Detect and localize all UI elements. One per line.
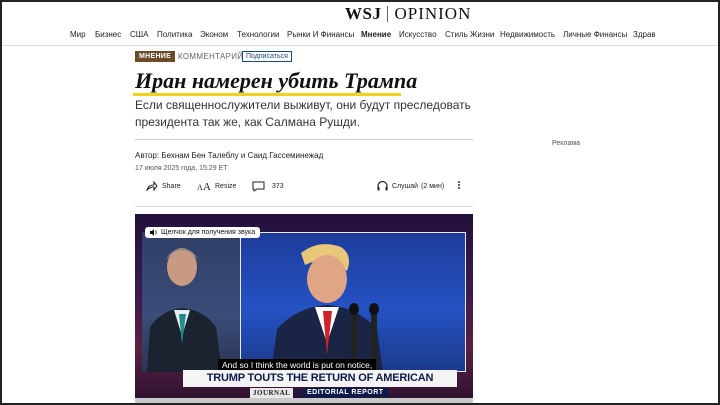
main-nav: Мир Бизнес США Политика Эконом Технологи… <box>0 30 720 44</box>
commentary-label: КОММЕНТАРИЙ <box>178 52 244 61</box>
nav-item-world[interactable]: Мир <box>70 30 86 39</box>
nav-divider <box>0 45 720 46</box>
nav-item-business[interactable]: Бизнес <box>95 30 121 39</box>
logo-brand: WSJ <box>345 4 382 23</box>
unmute-button[interactable]: Щелчок для получения звука <box>145 227 261 238</box>
listen-button[interactable]: Слушай (2 мин) <box>377 181 444 191</box>
comments-button[interactable]: 373 <box>252 181 284 192</box>
nav-item-personal-finance[interactable]: Личные Финансы <box>563 30 627 39</box>
unmute-label: Щелчок для получения звука <box>161 229 256 236</box>
video-lower-strip <box>135 398 473 405</box>
nav-item-politics[interactable]: Политика <box>157 30 192 39</box>
speaker-icon <box>150 229 157 236</box>
text-resize-icon: A A <box>197 181 211 191</box>
comments-count: 373 <box>272 183 284 190</box>
more-vertical-icon[interactable] <box>456 180 462 192</box>
speaker-figure <box>271 244 383 373</box>
headline-highlight <box>133 93 401 96</box>
video-left-panel <box>142 232 242 372</box>
headphones-icon <box>377 181 388 191</box>
wsj-opinion-logo[interactable]: WSJ OPINION <box>345 4 472 23</box>
share-button[interactable]: Share <box>146 181 181 191</box>
commentator-figure <box>147 248 222 372</box>
show-editorial-label: EDITORIAL REPORT <box>303 388 388 397</box>
article-dek: Если священнослужители выживут, они буду… <box>135 98 471 129</box>
nav-item-markets[interactable]: Рынки И Финансы <box>287 30 354 39</box>
logo-divider <box>387 6 389 22</box>
video-player[interactable]: Щелчок для получения звука And so I thin… <box>135 214 473 405</box>
nav-item-lifestyle[interactable]: Стиль Жизни <box>445 30 494 39</box>
share-label: Share <box>162 182 181 190</box>
comment-bubble-icon <box>252 181 265 192</box>
svg-text:A: A <box>203 181 211 191</box>
video-right-panel <box>240 232 466 373</box>
article-date: 17 июля 2025 года, 15:29 ET <box>135 165 228 172</box>
subscribe-button[interactable]: Подписаться <box>242 51 292 62</box>
nav-item-tech[interactable]: Технологии <box>237 30 279 39</box>
listen-label: Слушай <box>392 182 419 190</box>
logo-section: OPINION <box>394 4 472 23</box>
nav-item-health[interactable]: Здрав <box>633 30 656 39</box>
article-byline[interactable]: Автор: Бехнам Бен Талеблу и Саид Гассеми… <box>135 151 323 160</box>
nav-item-opinion[interactable]: Мнение <box>361 30 391 39</box>
listen-duration: (2 мин) <box>421 182 445 190</box>
article-headline: Иран намерен убить Трампа <box>135 68 418 93</box>
ad-label: Реклама <box>552 140 581 147</box>
nav-item-realestate[interactable]: Недвижимость <box>500 30 555 39</box>
opinion-tag[interactable]: МНЕНИЕ <box>135 51 176 62</box>
resize-label: Resize <box>215 182 237 190</box>
resize-button[interactable]: A A Resize <box>197 181 236 191</box>
header-rule <box>135 139 473 140</box>
nav-item-usa[interactable]: США <box>130 30 148 39</box>
share-arrow-icon <box>146 181 158 191</box>
nav-item-arts[interactable]: Искусство <box>399 30 437 39</box>
nav-item-economy[interactable]: Эконом <box>200 30 228 39</box>
video-chyron: TRUMP TOUTS THE RETURN OF AMERICAN DETER… <box>183 370 457 401</box>
show-journal-label: JOURNAL <box>250 388 294 398</box>
toolbar-rule <box>135 206 473 207</box>
